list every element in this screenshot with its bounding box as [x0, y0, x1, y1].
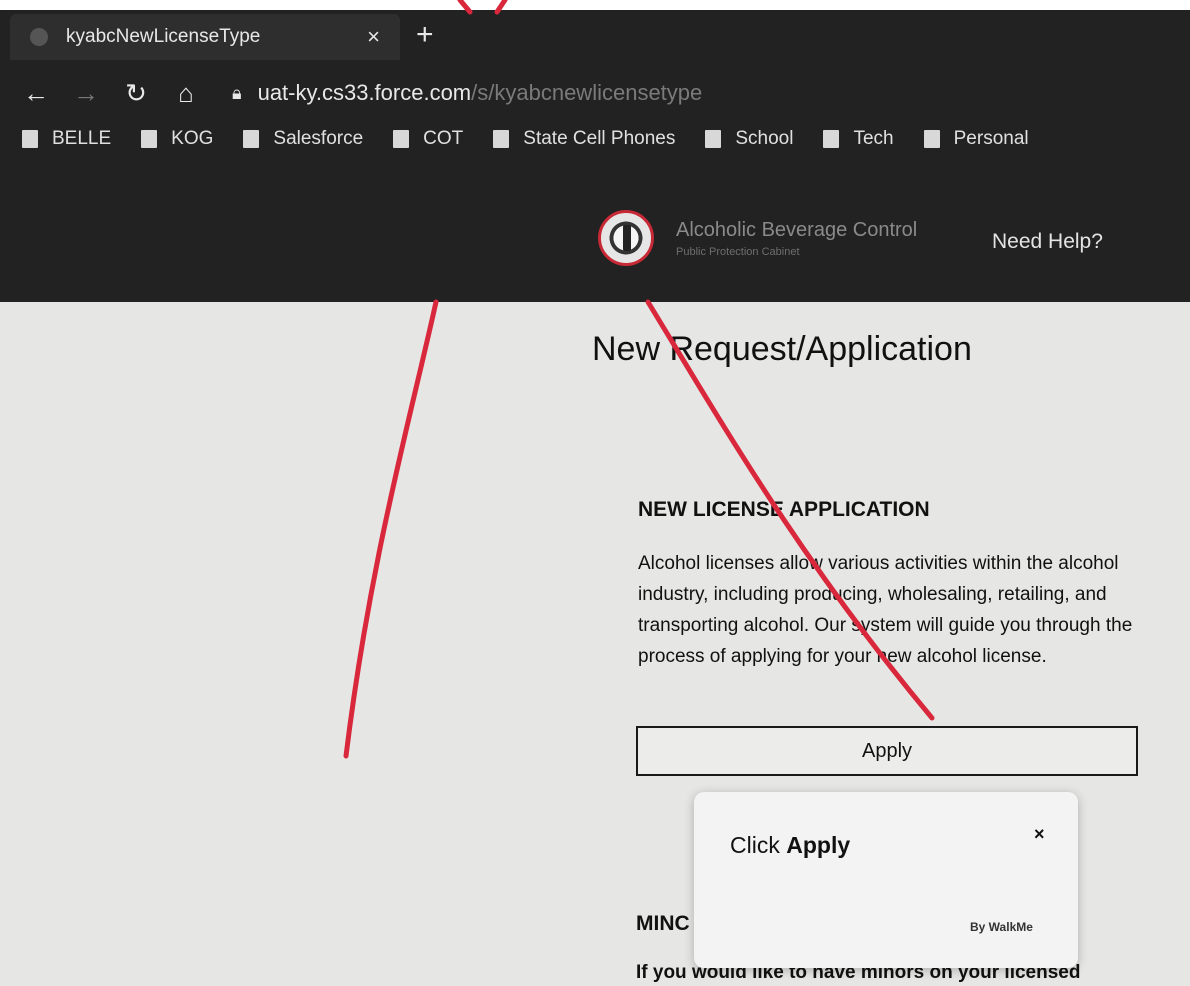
home-icon[interactable]: ⌂	[172, 78, 200, 109]
url-path: /s/kyabcnewlicensetype	[471, 80, 703, 105]
browser-tab[interactable]: kyabcNewLicenseType ×	[10, 14, 400, 60]
bookmark-state-cell-phones[interactable]: State Cell Phones	[493, 128, 675, 150]
bookmark-personal[interactable]: Personal	[923, 128, 1029, 150]
site-logo[interactable]: Alcoholic Beverage Control Public Protec…	[598, 210, 917, 266]
bookmark-tech[interactable]: Tech	[823, 128, 894, 150]
address-bar[interactable]: uat-ky.cs33.force.com/s/kyabcnewlicenset…	[258, 80, 703, 106]
favicon-icon	[30, 28, 48, 46]
reload-icon[interactable]: ↻	[122, 78, 150, 109]
bookmark-school[interactable]: School	[705, 128, 793, 150]
bookmark-icon	[493, 130, 510, 148]
apply-button[interactable]: Apply	[636, 726, 1138, 776]
bookmarks-bar: BELLE KOG Salesforce COT State Cell Phon…	[22, 128, 1059, 150]
brand-subtitle: Public Protection Cabinet	[676, 245, 800, 258]
bookmark-icon	[393, 130, 410, 148]
bookmark-salesforce[interactable]: Salesforce	[243, 128, 363, 150]
new-license-description: Alcohol licenses allow various activitie…	[638, 553, 1133, 667]
forward-icon[interactable]: →	[72, 78, 100, 109]
bookmark-icon	[823, 130, 840, 148]
url-host: uat-ky.cs33.force.com	[257, 80, 472, 105]
bookmark-icon	[22, 130, 38, 148]
need-help-link[interactable]: Need Help?	[992, 230, 1103, 254]
new-tab-icon[interactable]: +	[416, 20, 434, 50]
tooltip-text: Click Apply	[730, 832, 851, 858]
new-license-heading: NEW LICENSE APPLICATION	[638, 498, 930, 521]
tab-close-icon[interactable]: ×	[367, 24, 380, 50]
tab-title: kyabcNewLicenseType	[66, 26, 261, 47]
walkme-credit: By WalkMe	[970, 920, 1033, 934]
bookmark-kog[interactable]: KOG	[141, 128, 213, 150]
top-strip	[0, 0, 1190, 10]
lock-icon: 🔒︎	[232, 82, 242, 103]
navigation-bar: ← → ↻ ⌂ 🔒︎ uat-ky.cs33.force.com/s/kyabc…	[0, 70, 1190, 116]
walkme-tooltip: Click Apply × By WalkMe	[694, 792, 1078, 968]
bookmark-cot[interactable]: COT	[393, 128, 463, 150]
tooltip-close-icon[interactable]: ×	[1034, 824, 1045, 845]
back-icon[interactable]: ←	[22, 78, 50, 109]
page-title: New Request/Application	[592, 330, 972, 368]
minors-heading: MINC	[636, 912, 690, 935]
bookmark-icon	[923, 130, 940, 148]
kentucky-seal-icon	[598, 210, 654, 266]
bookmark-belle[interactable]: BELLE	[22, 128, 111, 150]
bookmark-icon	[141, 130, 158, 148]
bookmark-icon	[243, 130, 260, 148]
bookmark-icon	[705, 130, 722, 148]
brand-name: Alcoholic Beverage Control	[676, 218, 918, 241]
browser-chrome: kyabcNewLicenseType × + ← → ↻ ⌂ 🔒︎ uat-k…	[0, 0, 1190, 302]
